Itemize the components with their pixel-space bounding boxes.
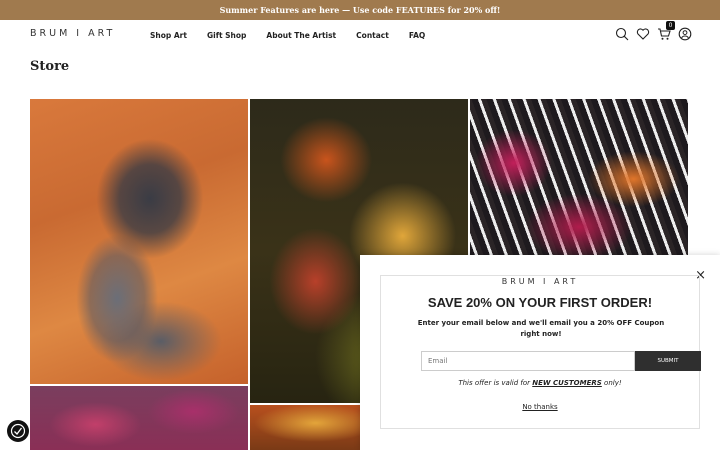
nav-gift-shop[interactable]: Gift Shop — [207, 31, 246, 40]
no-thanks-link[interactable]: No thanks — [381, 403, 699, 411]
main-nav: Shop Art Gift Shop About The Artist Cont… — [150, 31, 425, 40]
newsletter-popup: × BRUM I ART SAVE 20% ON YOUR FIRST ORDE… — [360, 255, 720, 450]
nav-shop-art[interactable]: Shop Art — [150, 31, 187, 40]
site-header: BRUM I ART Shop Art Gift Shop About The … — [0, 20, 720, 50]
offer-suffix: only! — [601, 379, 622, 387]
accessibility-button[interactable] — [7, 420, 29, 442]
nav-about-artist[interactable]: About The Artist — [266, 31, 336, 40]
artwork-abstract-pour-image[interactable] — [470, 99, 688, 259]
page-title: Store — [30, 59, 70, 74]
cart-icon[interactable]: 0 — [657, 21, 675, 40]
artwork-pink-abstract-image[interactable] — [30, 386, 248, 450]
offer-new-customers: NEW CUSTOMERS — [532, 379, 602, 387]
artwork-horse-rider-image[interactable] — [30, 99, 248, 384]
offer-note: This offer is valid for NEW CUSTOMERS on… — [381, 379, 699, 387]
submit-button[interactable]: SUBMIT — [635, 351, 701, 371]
announcement-text: Summer Features are here — Use code FEAT… — [219, 5, 501, 15]
popup-content-box: BRUM I ART SAVE 20% ON YOUR FIRST ORDER!… — [380, 275, 701, 429]
site-logo[interactable]: BRUM I ART — [30, 28, 115, 39]
email-field[interactable] — [421, 351, 635, 371]
nav-faq[interactable]: FAQ — [409, 31, 425, 40]
heart-icon[interactable] — [636, 26, 650, 40]
offer-prefix: This offer is valid for — [458, 379, 533, 387]
account-icon[interactable] — [678, 26, 692, 41]
popup-brand: BRUM I ART — [381, 269, 699, 288]
nav-contact[interactable]: Contact — [356, 31, 389, 40]
search-icon[interactable] — [615, 26, 629, 41]
popup-heading: SAVE 20% ON YOUR FIRST ORDER! — [427, 295, 653, 310]
popup-subheading: Enter your email below and we'll email y… — [417, 319, 665, 339]
popup-brand-text: BRUM I ART — [495, 277, 585, 286]
accessibility-icon — [10, 423, 26, 439]
cart-count-badge: 0 — [666, 21, 675, 30]
header-icons: 0 — [615, 21, 692, 41]
announcement-bar: Summer Features are here — Use code FEAT… — [0, 0, 720, 20]
